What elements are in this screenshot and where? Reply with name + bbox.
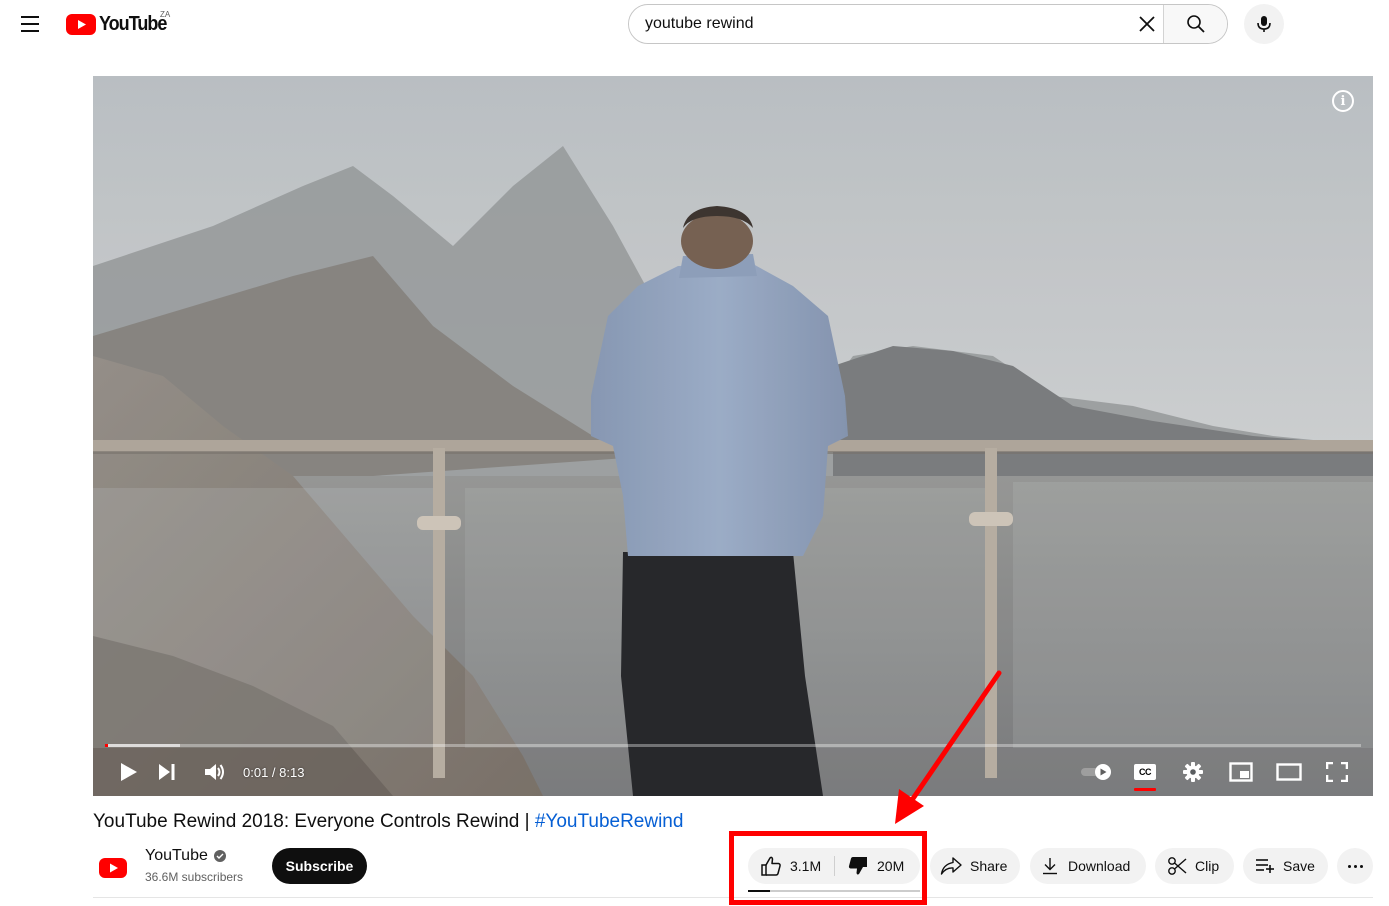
played-fill <box>105 744 108 747</box>
microphone-icon <box>1257 16 1271 32</box>
buffer-fill <box>105 744 181 747</box>
theater-mode-icon <box>1276 763 1302 781</box>
search-input[interactable] <box>629 5 1129 43</box>
youtube-logo-icon <box>66 13 96 35</box>
miniplayer-button[interactable] <box>1217 756 1265 788</box>
miniplayer-icon <box>1229 762 1253 782</box>
menu-icon[interactable] <box>14 8 46 40</box>
like-ratio-fill <box>748 890 771 892</box>
download-icon <box>1042 857 1058 875</box>
time-display: 0:01 / 8:13 <box>243 764 305 780</box>
autoplay-toggle-icon <box>1081 764 1111 780</box>
clear-icon[interactable] <box>1129 5 1165 43</box>
more-dots-icon <box>1347 864 1351 868</box>
thumbs-up-icon <box>760 855 782 877</box>
settings-button[interactable] <box>1169 756 1217 788</box>
save-label: Save <box>1283 858 1315 874</box>
search-box <box>628 4 1228 44</box>
next-icon <box>159 764 175 780</box>
share-icon <box>940 856 962 876</box>
subscriber-count: 36.6M subscribers <box>145 870 244 884</box>
theater-mode-button[interactable] <box>1265 756 1313 788</box>
autoplay-toggle[interactable] <box>1073 756 1121 788</box>
info-icon[interactable]: i <box>1332 90 1354 112</box>
hashtag-link[interactable]: #YouTubeRewind <box>535 811 684 832</box>
masthead: YouTube ZA <box>0 0 1389 50</box>
dislike-count: 20M <box>877 858 905 874</box>
scissors-icon <box>1167 856 1187 876</box>
video-title-text: YouTube Rewind 2018: Everyone Controls R… <box>93 811 535 832</box>
like-dislike-group: 3.1M 20M <box>748 848 920 884</box>
clip-label: Clip <box>1195 858 1220 874</box>
logo-text: YouTube <box>99 12 167 35</box>
channel-avatar[interactable] <box>93 848 133 888</box>
like-button[interactable]: 3.1M <box>748 848 834 884</box>
download-button[interactable]: Download <box>1030 848 1146 884</box>
volume-icon <box>205 764 224 780</box>
share-button[interactable]: Share <box>930 848 1020 884</box>
like-ratio-bar <box>748 890 920 892</box>
player-controls-left: 0:01 / 8:13 <box>115 756 304 788</box>
share-label: Share <box>970 858 1008 874</box>
download-label: Download <box>1068 858 1131 874</box>
video-frame <box>93 76 1373 796</box>
more-actions-button[interactable] <box>1337 848 1373 884</box>
playlist-add-icon <box>1255 858 1275 874</box>
subtitles-icon: CC <box>1134 764 1156 780</box>
subtitles-active-indicator <box>1134 788 1156 791</box>
verified-badge-icon <box>213 850 226 862</box>
like-count: 3.1M <box>790 858 822 874</box>
play-icon <box>121 763 137 781</box>
subtitles-button[interactable]: CC <box>1121 756 1169 791</box>
video-title: YouTube Rewind 2018: Everyone Controls R… <box>93 811 683 833</box>
save-button[interactable]: Save <box>1243 848 1328 884</box>
next-button[interactable] <box>143 756 191 788</box>
divider <box>93 897 1373 898</box>
search-icon <box>1186 15 1205 33</box>
play-button[interactable] <box>115 756 143 788</box>
settings-gear-icon <box>1183 762 1203 782</box>
youtube-logo[interactable]: YouTube <box>66 12 174 36</box>
fullscreen-icon <box>1326 762 1348 782</box>
youtube-channel-logo-icon <box>99 858 127 878</box>
voice-search-button[interactable] <box>1244 4 1284 44</box>
channel-name[interactable]: YouTube <box>145 847 226 865</box>
progress-bar[interactable] <box>105 744 1361 747</box>
volume-button[interactable] <box>191 756 239 788</box>
fullscreen-button[interactable] <box>1313 756 1361 788</box>
channel-name-text: YouTube <box>145 847 208 864</box>
player-controls-right: CC <box>1073 756 1361 791</box>
country-code: ZA <box>160 10 171 19</box>
subscribe-button[interactable]: Subscribe <box>272 848 367 884</box>
thumbs-down-icon <box>847 855 869 877</box>
dislike-button[interactable]: 20M <box>835 848 920 884</box>
clip-button[interactable]: Clip <box>1155 848 1234 884</box>
video-player[interactable]: i 0:01 / 8:13 CC <box>93 76 1373 796</box>
search-button[interactable] <box>1163 5 1227 43</box>
